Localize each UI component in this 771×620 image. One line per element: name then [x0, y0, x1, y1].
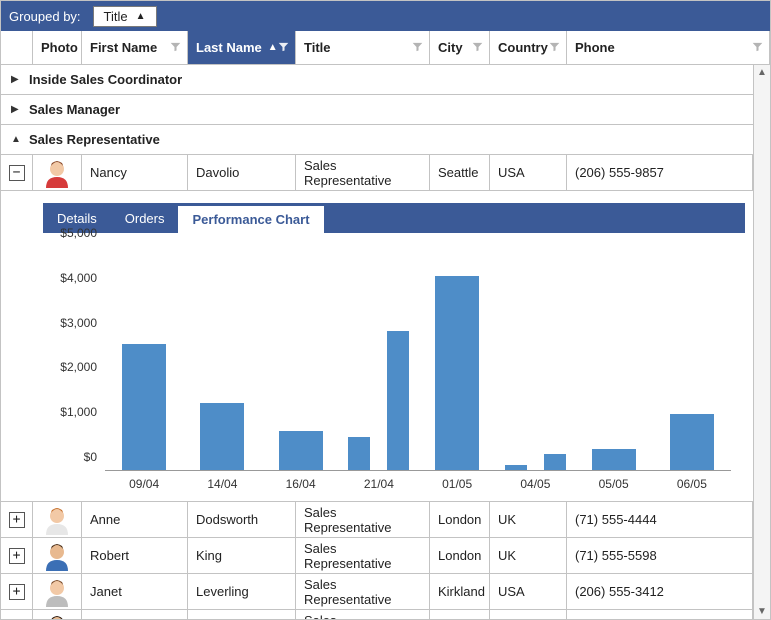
group-by-label: Grouped by: [9, 9, 81, 24]
table-row[interactable]: + Anne Dodsworth Sales Representative Lo… [1, 502, 753, 538]
group-label: Inside Sales Coordinator [29, 72, 182, 87]
column-header-country[interactable]: Country [490, 31, 567, 64]
chart-y-tick: $0 [84, 450, 97, 464]
column-header-row: Photo First Name Last Name ▲ Title City … [1, 31, 770, 65]
group-label: Sales Manager [29, 102, 120, 117]
cell-country: USA [490, 155, 567, 190]
chart-bar [387, 331, 409, 470]
column-header-photo[interactable]: Photo [33, 31, 82, 64]
cell-last-name: Davolio [188, 155, 296, 190]
chart-x-tick: 06/05 [653, 471, 731, 491]
chart-x-tick: 09/04 [105, 471, 183, 491]
grid-body: ▶ Inside Sales Coordinator ▶ Sales Manag… [1, 65, 753, 619]
expand-button[interactable]: + [9, 512, 25, 528]
table-row[interactable]: + Robert King Sales Representative Londo… [1, 538, 753, 574]
expand-button[interactable]: + [9, 548, 25, 564]
chart-y-tick: $1,000 [60, 405, 97, 419]
chart-y-axis: $0$1,000$2,000$3,000$4,000$5,000 [55, 247, 101, 471]
sort-asc-icon: ▲ [268, 42, 278, 53]
chevron-right-icon: ▶ [11, 74, 21, 85]
chart-bar [592, 449, 636, 470]
filter-icon[interactable] [170, 40, 181, 55]
filter-icon[interactable] [412, 40, 423, 55]
cell-phone: (206) 555-9857 [567, 155, 753, 190]
column-header-city[interactable]: City [430, 31, 490, 64]
chart-y-tick: $5,000 [60, 226, 97, 240]
chart-x-axis: 09/0414/0416/0421/0401/0504/0505/0506/05 [105, 471, 731, 491]
group-header-sales-rep[interactable]: ▲ Sales Representative [1, 125, 753, 155]
scroll-down-icon[interactable]: ▼ [754, 606, 770, 617]
tab-orders[interactable]: Orders [111, 203, 179, 233]
group-field-label: Title [104, 9, 128, 24]
chart-bar [505, 465, 527, 470]
chart-x-tick: 16/04 [262, 471, 340, 491]
detail-tabs: Details Orders Performance Chart [43, 203, 745, 233]
group-panel: Grouped by: Title ▲ [1, 1, 770, 31]
expand-button[interactable]: + [9, 584, 25, 600]
chart-x-tick: 14/04 [183, 471, 261, 491]
chart-bar [670, 414, 714, 470]
grid-root: Grouped by: Title ▲ Photo First Name Las… [0, 0, 771, 620]
collapse-button[interactable]: − [9, 165, 25, 181]
chart-bar [200, 403, 244, 470]
grid-body-wrap: ▶ Inside Sales Coordinator ▶ Sales Manag… [1, 65, 770, 619]
chevron-down-icon: ▲ [11, 134, 21, 145]
chart-x-tick: 05/05 [575, 471, 653, 491]
group-tag-title[interactable]: Title ▲ [93, 6, 157, 27]
column-header-last-name[interactable]: Last Name ▲ [188, 31, 296, 64]
chevron-right-icon: ▶ [11, 104, 21, 115]
chart-x-tick: 01/05 [418, 471, 496, 491]
column-header-first-name[interactable]: First Name [82, 31, 188, 64]
cell-title: Sales Representative [296, 155, 430, 190]
chart-y-tick: $3,000 [60, 316, 97, 330]
table-row[interactable]: + Margaret Peacock Sales Representative … [1, 610, 753, 619]
chart-y-tick: $4,000 [60, 271, 97, 285]
performance-chart: $0$1,000$2,000$3,000$4,000$5,000 09/0414… [43, 233, 745, 497]
chart-y-tick: $2,000 [60, 360, 97, 374]
column-header-title[interactable]: Title [296, 31, 430, 64]
filter-icon[interactable] [549, 40, 560, 55]
vertical-scroll-gutter[interactable]: ▲ ▼ [753, 65, 770, 619]
filter-icon[interactable] [472, 40, 483, 55]
group-label: Sales Representative [29, 132, 160, 147]
cell-first-name: Nancy [82, 155, 188, 190]
avatar [42, 158, 72, 188]
chart-bar [122, 344, 166, 470]
chart-bar [435, 276, 479, 470]
cell-city: Seattle [430, 155, 490, 190]
tab-performance-chart[interactable]: Performance Chart [178, 206, 323, 233]
row-detail-panel: Details Orders Performance Chart $0 $1,00… [1, 191, 753, 502]
table-row[interactable]: + Janet Leverling Sales Representative K… [1, 574, 753, 610]
chart-x-tick: 21/04 [340, 471, 418, 491]
table-row[interactable]: − Nancy Davolio Sales Representative Sea… [1, 155, 753, 191]
sort-asc-icon: ▲ [136, 11, 146, 22]
column-header-toggle [1, 31, 33, 64]
group-header-inside-sales[interactable]: ▶ Inside Sales Coordinator [1, 65, 753, 95]
group-header-sales-manager[interactable]: ▶ Sales Manager [1, 95, 753, 125]
chart-plot-area [105, 247, 731, 471]
chart-bar [544, 454, 566, 470]
filter-icon[interactable] [752, 40, 763, 55]
scroll-up-icon[interactable]: ▲ [754, 67, 770, 78]
avatar [42, 613, 72, 620]
column-header-phone[interactable]: Phone [567, 31, 770, 64]
avatar [42, 505, 72, 535]
chart-bar [279, 431, 323, 470]
chart-bar [348, 437, 370, 470]
chart-x-tick: 04/05 [496, 471, 574, 491]
avatar [42, 541, 72, 571]
filter-icon[interactable] [278, 40, 289, 55]
avatar [42, 577, 72, 607]
